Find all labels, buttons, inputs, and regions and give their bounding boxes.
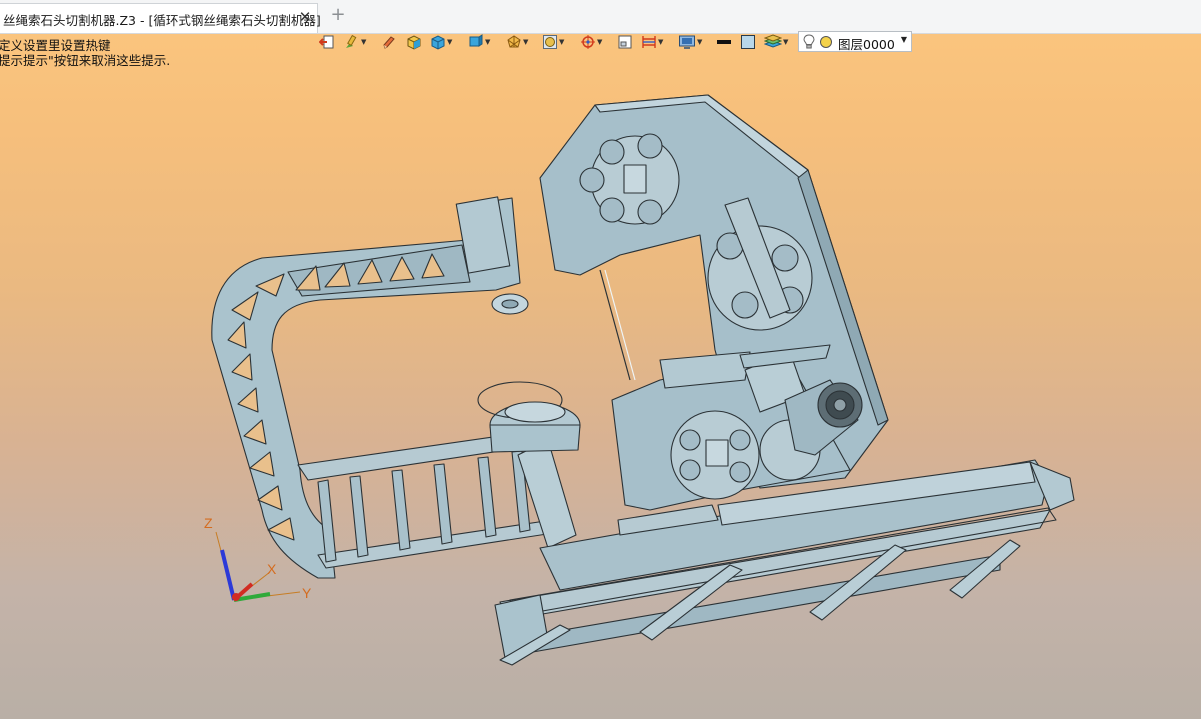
new-window-button[interactable] bbox=[617, 31, 633, 53]
axis-z-label: Z bbox=[204, 515, 213, 531]
axis-y-label: Y bbox=[302, 585, 312, 601]
wireframe-button[interactable]: ▼ bbox=[506, 31, 528, 53]
truss-arm bbox=[211, 196, 529, 579]
tab-title: 丝绳索石头切割机器.Z3 - [循环式钢丝绳索石头切割机器] bbox=[3, 13, 321, 28]
cube-view-icon bbox=[431, 35, 445, 50]
fill-color-button[interactable] bbox=[740, 31, 756, 53]
sketch-button[interactable] bbox=[382, 31, 396, 53]
wire-blade bbox=[599, 269, 631, 381]
model-viewport[interactable]: Z X Y bbox=[0, 63, 1201, 719]
cube-view2-icon bbox=[469, 34, 483, 47]
dimension-icon bbox=[642, 36, 656, 48]
chevron-down-icon: ▼ bbox=[900, 35, 907, 44]
display-panel-icon bbox=[679, 35, 695, 49]
lightbulb-icon bbox=[803, 34, 815, 49]
line-color-button[interactable] bbox=[716, 31, 732, 53]
standard-view-button[interactable]: ▼ bbox=[468, 31, 490, 53]
view-cube-button[interactable]: ▼ bbox=[430, 31, 452, 53]
layer-select[interactable]: 图层0000 ▼ bbox=[798, 31, 912, 52]
fill-color-icon bbox=[741, 35, 755, 49]
close-icon[interactable]: ✕ bbox=[297, 8, 313, 26]
line-color-icon bbox=[717, 40, 731, 44]
layer-color-dot-icon bbox=[820, 36, 832, 48]
shaded-view-button[interactable] bbox=[406, 31, 422, 53]
exit-icon bbox=[319, 35, 334, 49]
axis-x-label: X bbox=[267, 561, 277, 577]
dimension-button[interactable]: ▼ bbox=[641, 31, 663, 53]
pencil-icon bbox=[383, 36, 395, 49]
ladder-frame bbox=[297, 431, 561, 569]
render-mode-icon bbox=[543, 35, 557, 49]
new-tab-button[interactable]: + bbox=[329, 5, 347, 25]
document-tab[interactable]: 丝绳索石头切割机器.Z3 - [循环式钢丝绳索石头切割机器] ✕ bbox=[0, 3, 321, 33]
paint-button[interactable]: ▼ bbox=[344, 31, 366, 53]
shaded-cube-icon bbox=[407, 35, 421, 50]
snap-button[interactable]: ▼ bbox=[580, 31, 602, 53]
new-window-icon bbox=[618, 35, 632, 49]
layer-select-value: 图层0000 bbox=[838, 37, 895, 52]
layer-manager-button[interactable]: ▼ bbox=[764, 31, 788, 53]
snap-target-icon bbox=[581, 35, 595, 49]
wireframe-icon bbox=[507, 35, 521, 48]
paint-brush-icon bbox=[346, 34, 357, 48]
document-tab-bar: 丝绳索石头切割机器.Z3 - [循环式钢丝绳索石头切割机器] ✕ + bbox=[0, 0, 1201, 34]
exit-button[interactable] bbox=[319, 31, 335, 53]
render-mode-button[interactable]: ▼ bbox=[542, 31, 564, 53]
layer-stack-icon bbox=[764, 34, 782, 48]
display-button[interactable]: ▼ bbox=[678, 31, 702, 53]
